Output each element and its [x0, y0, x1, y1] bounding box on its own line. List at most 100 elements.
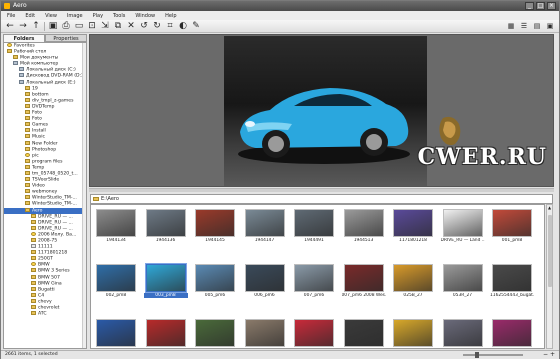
tree-scrollbar[interactable] — [82, 43, 86, 348]
thumbnail[interactable]: 1944136 — [144, 207, 188, 248]
zoom-out-icon[interactable]: − — [543, 351, 548, 359]
pane-splitter[interactable] — [89, 188, 554, 192]
menu-view[interactable]: View — [45, 13, 57, 19]
thumbnail-image — [343, 264, 384, 292]
tree-item-label: Локальный диск (E:) — [26, 80, 76, 86]
thumbnail[interactable]: 1944147 — [243, 207, 287, 248]
scroll-up-icon[interactable]: ▲ — [547, 205, 552, 211]
forward-icon[interactable]: → — [18, 21, 28, 31]
thumbnail[interactable]: 1944134 — [94, 207, 138, 248]
save-icon[interactable]: ▣ — [48, 21, 58, 31]
path-bar[interactable]: E:\Aero — [90, 194, 553, 204]
thumbnail[interactable]: 053R_27 — [441, 262, 485, 303]
thumbnail[interactable] — [94, 317, 138, 348]
thumbnail[interactable]: 1162554443_bugat... — [490, 262, 534, 303]
folder-icon — [25, 146, 30, 151]
tree-item-label: DVDTemp — [32, 104, 55, 110]
thumbnail[interactable]: DRIVE_RU — Land ... — [441, 207, 485, 248]
thumbnail[interactable] — [193, 317, 237, 348]
tree-item[interactable]: ATC — [4, 311, 86, 317]
fullscreen-icon[interactable]: ⊡ — [87, 21, 97, 31]
tree-item-label: Мои документы — [20, 55, 59, 61]
thumbnail[interactable]: 007_pm6 — [292, 262, 336, 303]
tree-item-label: Foto — [32, 110, 42, 116]
delete-icon[interactable]: ✕ — [126, 21, 136, 31]
edit-icon[interactable]: ✎ — [191, 21, 201, 31]
thumbnail-caption: 007_pm6 2008 Wes... — [341, 293, 386, 298]
view-thumbnails-icon[interactable]: ▦ — [506, 21, 516, 31]
thumbnail[interactable]: 007_pm6 2008 Wes... — [342, 262, 386, 303]
thumbnail-image — [96, 319, 136, 347]
thumbnail[interactable]: 1944145 — [193, 207, 237, 248]
menu-file[interactable]: File — [7, 13, 15, 19]
rotate-right-icon[interactable]: ↻ — [152, 21, 162, 31]
slideshow-icon[interactable]: ▭ — [74, 21, 84, 31]
copy-icon[interactable]: ⧉ — [113, 21, 123, 31]
drive-icon — [19, 67, 24, 72]
folder-icon — [31, 268, 36, 273]
thumbnail[interactable]: 003_pm8 — [143, 262, 188, 303]
thumbnail[interactable]: 1944491 — [292, 207, 336, 248]
menu-window[interactable]: Window — [135, 13, 155, 19]
grid-scrollbar[interactable]: ▲ — [546, 204, 553, 349]
thumbnail[interactable]: 1944513 — [342, 207, 386, 248]
zoom-in-icon[interactable]: + — [550, 351, 555, 359]
thumbnail-grid[interactable]: 1944134 1944136 1944145 1944147 1944491 19445… — [90, 204, 545, 349]
thumbnail[interactable]: 006_pm6 — [243, 262, 287, 303]
thumbnail-image — [244, 319, 285, 347]
folder-icon — [25, 85, 30, 90]
up-icon[interactable]: ↑ — [31, 21, 41, 31]
logo-text: CWER.RU — [417, 144, 547, 170]
menu-tools[interactable]: Tools — [113, 13, 125, 19]
zoom-slider-knob[interactable] — [475, 352, 479, 358]
crop-icon[interactable]: ⌗ — [165, 21, 175, 31]
tab-folders[interactable]: Folders — [3, 34, 45, 42]
thumbnail-caption: 1171801218 — [399, 238, 427, 243]
back-icon[interactable]: ← — [5, 21, 15, 31]
rotate-left-icon[interactable]: ↺ — [139, 21, 149, 31]
menu-edit[interactable]: Edit — [25, 13, 35, 19]
thumbnail-caption: 1944491 — [304, 238, 324, 243]
scroll-thumb[interactable] — [548, 215, 552, 287]
folder-tree[interactable]: Favorites Рабочий стол Мои документы Мой ко… — [3, 42, 87, 349]
folder-icon — [13, 55, 18, 60]
thumbnail-image — [145, 209, 186, 237]
thumbnail[interactable]: 1171801218 — [391, 207, 435, 248]
color-icon[interactable]: ◐ — [178, 21, 188, 31]
view-preview-icon[interactable]: ▣ — [545, 21, 555, 31]
tree-item-label: ATC — [38, 311, 47, 317]
thumbnail[interactable] — [342, 317, 386, 348]
close-button[interactable]: × — [547, 2, 556, 10]
thumbnail[interactable] — [292, 317, 336, 348]
thumbnail[interactable] — [243, 317, 287, 348]
tab-properties[interactable]: Properties — [45, 34, 87, 42]
thumbnail[interactable] — [490, 317, 534, 348]
maximize-button[interactable]: □ — [536, 2, 545, 10]
menu-play[interactable]: Play — [93, 13, 103, 19]
menu-image[interactable]: Image — [67, 13, 83, 19]
minimize-button[interactable]: _ — [525, 2, 534, 10]
print-icon[interactable]: ⎙ — [61, 21, 71, 31]
tree-item-label: Рабочий стол — [14, 49, 47, 55]
tree-item-label: BMW 507 — [38, 275, 60, 281]
thumbnail[interactable]: 005_pm6 — [193, 262, 237, 303]
thumbnail[interactable]: 025B_27 — [391, 262, 435, 303]
image-viewer[interactable]: CWER.RU — [89, 34, 554, 187]
thumbnail[interactable] — [391, 317, 435, 348]
current-path: E:\Aero — [101, 196, 119, 202]
thumbnail[interactable] — [441, 317, 485, 348]
thumbnail[interactable]: 002_pm8 — [94, 262, 138, 303]
tree-item-label: Photoshop — [32, 147, 57, 153]
view-list-icon[interactable]: ☰ — [519, 21, 529, 31]
tree-item-label: div_tmpl_z-games — [32, 98, 74, 104]
status-bar: 2661 items, 1 selected − + — [1, 350, 559, 359]
thumbnail[interactable] — [144, 317, 188, 348]
zoom-slider[interactable] — [463, 352, 523, 358]
thumbnail-image — [492, 264, 532, 292]
thumbnail[interactable]: 001_pm8 — [490, 207, 534, 248]
fit-icon[interactable]: ⇲ — [100, 21, 110, 31]
folder-icon — [31, 286, 36, 291]
menu-help[interactable]: Help — [165, 13, 176, 19]
view-details-icon[interactable]: ▤ — [532, 21, 542, 31]
folder-icon — [31, 280, 36, 285]
